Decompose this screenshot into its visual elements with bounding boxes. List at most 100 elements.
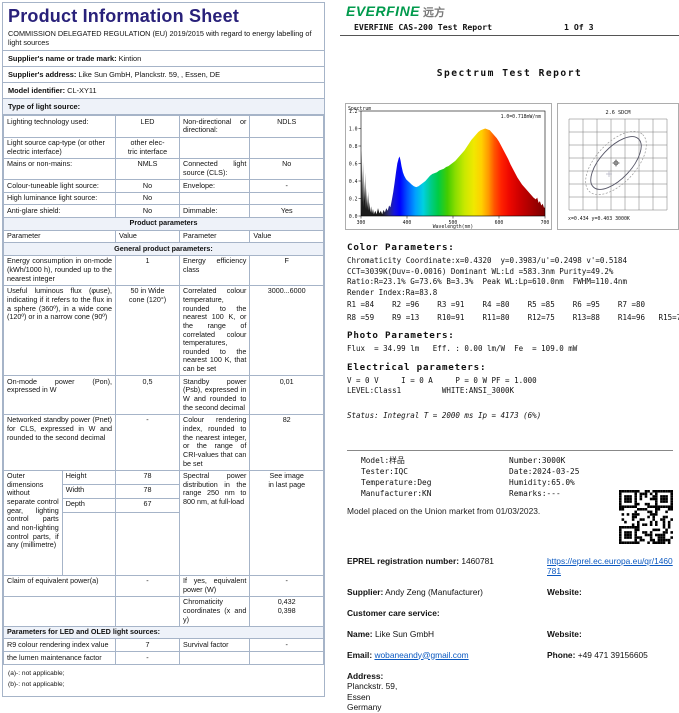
report-header: EVERFINE CAS-200 Test Report 1 Of 3	[340, 22, 679, 36]
supplier-address-value: Like Sun GmbH, Planckstr. 59, , Essen, D…	[78, 70, 220, 79]
table-row: Anti-glare shield: No Dimmable: Yes	[4, 205, 324, 218]
section-header-row: General product parameters:	[4, 243, 324, 256]
qr-code	[619, 490, 673, 544]
footnote-b: (b)-: not applicable;	[8, 679, 319, 690]
outer-dimensions-label: Outer dimensions without separate contro…	[4, 471, 62, 575]
name-label: Name:	[347, 629, 373, 639]
dimension-names: Height Width Depth	[62, 471, 115, 575]
svg-text:1.0: 1.0	[349, 126, 358, 132]
table-row: Mains or non-mains: NMLS Connected light…	[4, 158, 324, 179]
divider	[347, 450, 673, 451]
model-identifier-value: CL-XY11	[67, 86, 96, 95]
address-line: Germany	[347, 702, 667, 713]
website-label: Website:	[547, 587, 582, 597]
general-parameters-header: General product parameters:	[4, 243, 324, 256]
svg-text:Spectrum: Spectrum	[348, 106, 371, 112]
cri-values-row2: R8 =59 R9 =13 R10=91 R11=80 R12=75 R13=8…	[347, 313, 673, 324]
table-row: Lighting technology used: LED Non-direct…	[4, 116, 324, 137]
report-header-title: EVERFINE CAS-200 Test Report	[354, 22, 492, 32]
footnotes: (a)-: not applicable; (b)-: not applicab…	[3, 665, 324, 696]
column-header-row: Parameter Value Parameter Value	[4, 230, 324, 243]
name-value: Like Sun GmbH	[375, 629, 434, 639]
model-identifier-row: Model identifier: CL-XY11	[3, 83, 324, 99]
phone-value: +49 471 39156605	[578, 650, 648, 660]
table-row: On-mode power (Pon), expressed in W 0,5 …	[4, 376, 324, 415]
eprel-label: EPREL registration number:	[347, 556, 459, 566]
dimension-values: 78 78 67	[116, 471, 179, 513]
page-number: 1 Of 3	[564, 22, 594, 32]
address-row: Address: Planckstr. 59, Essen Germany	[347, 671, 673, 713]
section-header-row: Parameters for LED and OLED light source…	[4, 626, 324, 639]
product-information-sheet: Product Information Sheet COMMISSION DEL…	[2, 2, 325, 697]
table-row: Light source cap-type (or other electric…	[4, 137, 324, 158]
email-label: Email:	[347, 650, 372, 660]
svg-text:0.6: 0.6	[349, 161, 358, 167]
table-row: Colour-tuneable light source: No Envelop…	[4, 180, 324, 193]
customer-care-row: Customer care service:	[347, 608, 673, 618]
supplier-address-label: Supplier's address:	[8, 70, 76, 79]
supplier-name-row: Supplier's name or trade mark: Kintion	[3, 51, 324, 67]
contact-section: EPREL registration number: 1460781 https…	[347, 556, 673, 713]
svg-text:300: 300	[357, 220, 366, 226]
model-info-left: Model:样品 Tester:IQC Temperature:Deg Manu…	[361, 455, 509, 499]
svg-text:0.0: 0.0	[349, 214, 358, 220]
table-row: Chromaticity coordinates (x and y) 0,432…	[4, 596, 324, 626]
everfine-logo-cjk: 远方	[423, 7, 445, 19]
name-row: Name: Like Sun GmbH Website:	[347, 629, 673, 639]
test-report: EVERFINE远方 EVERFINE CAS-200 Test Report …	[340, 0, 679, 679]
address-line: Essen	[347, 692, 667, 703]
cie-chart: 2.6 SDCM x=0.434 y=0.403 3000K	[557, 103, 679, 230]
flux-line: Flux = 34.99 lm Eff. : 0.00 lm/W Fe = 10…	[347, 344, 673, 355]
table-row: R9 colour rendering index value 7 Surviv…	[4, 639, 324, 652]
type-of-light-source-header: Type of light source:	[3, 99, 324, 115]
supplier-row: Supplier: Andy Zeng (Manufacturer) Websi…	[347, 587, 673, 597]
model-identifier-label: Model identifier:	[8, 86, 65, 95]
electrical-parameters-heading: Electrical parameters:	[347, 362, 673, 373]
supplier-address-row: Supplier's address: Like Sun GmbH, Planc…	[3, 67, 324, 83]
table-row: High luminance light source: No	[4, 192, 324, 205]
report-title: Spectrum Test Report	[340, 68, 679, 79]
svg-text:0.2: 0.2	[349, 196, 358, 202]
spectrum-chart: 0.00.20.40.60.81.01.2300400500600700Spec…	[345, 103, 552, 230]
customer-care-heading: Customer care service:	[347, 608, 673, 618]
cie-grid	[569, 119, 667, 210]
outer-dimensions-row: Outer dimensions without separate contro…	[4, 470, 324, 575]
table-row: Claim of equivalent power(a) - If yes, e…	[4, 575, 324, 596]
cri-values-row1: R1 =84 R2 =96 R3 =91 R4 =80 R5 =85 R6 =9…	[347, 300, 673, 311]
eprel-link[interactable]: https://eprel.ec.europa.eu/qr/1460781	[547, 556, 673, 576]
chromaticity-point	[613, 160, 620, 167]
supplier-name-label: Supplier's name or trade mark:	[8, 54, 117, 63]
address-label: Address:	[347, 671, 667, 682]
table-row: Networked standby power (Pnet) for CLS, …	[4, 414, 324, 470]
svg-text:1.0=0.718mW/nm: 1.0=0.718mW/nm	[501, 114, 542, 120]
charts: 0.00.20.40.60.81.01.2300400500600700Spec…	[345, 103, 679, 230]
render-index-line: Render Index:Ra=83.8	[347, 288, 673, 299]
address-line: Planckstr. 59,	[347, 681, 667, 692]
parameters-table: Lighting technology used: LED Non-direct…	[3, 115, 324, 665]
spectral-power-value: See image in last page	[250, 470, 324, 575]
ratio-line: Ratio:R=23.1% G=73.6% B=3.3% Peak WL:Lp=…	[347, 277, 673, 288]
table-row: Useful luminous flux (φuse), indicating …	[4, 285, 324, 375]
led-parameters-header: Parameters for LED and OLED light source…	[4, 626, 324, 639]
svg-text:400: 400	[403, 220, 412, 226]
chromaticity-line: Chromaticity Coordinate:x=0.4320 y=0.398…	[347, 256, 673, 267]
status-line: Status: Integral T = 2000 ms Ip = 4173 (…	[347, 411, 673, 420]
supplier-name-value: Kintion	[119, 54, 142, 63]
product-parameters-header: Product parameters	[4, 217, 324, 230]
svg-text:600: 600	[495, 220, 504, 226]
svg-text:Wavelength(nm): Wavelength(nm)	[433, 224, 473, 230]
email-row: Email: wobaneandy@gmail.com Phone: +49 4…	[347, 650, 673, 660]
section-header-row: Product parameters	[4, 217, 324, 230]
spectral-power-label: Spectral power distribution in the range…	[180, 470, 250, 575]
electrical-line2: LEVEL:Class1 WHITE:ANSI_3000K	[347, 386, 673, 397]
everfine-logo-text: EVERFINE	[346, 3, 420, 19]
svg-text:0.8: 0.8	[349, 144, 358, 150]
eprel-number: 1460781	[461, 556, 494, 566]
phone-label: Phone:	[547, 650, 575, 660]
email-link[interactable]: wobaneandy@gmail.com	[374, 650, 468, 660]
website-label2: Website:	[547, 629, 582, 639]
cie-caption: x=0.434 y=0.403 3000K	[568, 216, 630, 222]
cct-line: CCT=3039K(Duv=-0.0016) Dominant WL:Ld =5…	[347, 267, 673, 278]
svg-text:0.4: 0.4	[349, 179, 358, 185]
supplier-label: Supplier:	[347, 587, 383, 597]
